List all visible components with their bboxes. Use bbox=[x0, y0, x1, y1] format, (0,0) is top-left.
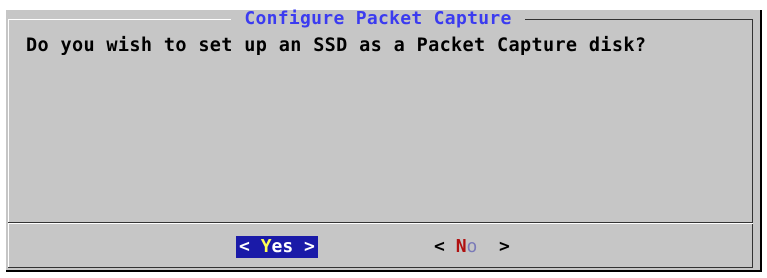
no-button-open-bracket: < bbox=[434, 236, 456, 257]
no-button-hotkey: N bbox=[455, 236, 467, 257]
dialog-box: Configure Packet Capture Do you wish to … bbox=[6, 10, 762, 272]
button-row: < Yes > < No > bbox=[6, 236, 760, 262]
dialog-title: Configure Packet Capture bbox=[244, 8, 512, 29]
no-button[interactable]: < No > bbox=[431, 236, 513, 258]
dialog-prompt: Do you wish to set up an SSD as a Packet… bbox=[26, 35, 647, 56]
terminal-screen: Configure Packet Capture Do you wish to … bbox=[0, 0, 767, 278]
dialog-frame-bottom bbox=[8, 267, 753, 268]
yes-button-hotkey: Y bbox=[260, 236, 272, 257]
yes-button[interactable]: < Yes > bbox=[236, 236, 318, 258]
dialog-frame-top-left bbox=[8, 19, 231, 20]
dialog-frame-top-right bbox=[525, 19, 753, 20]
dialog-frame-right bbox=[752, 19, 753, 268]
no-button-label-rest: o bbox=[466, 236, 478, 257]
button-area-separator bbox=[8, 223, 753, 224]
yes-button-open-bracket: < bbox=[239, 236, 261, 257]
dialog-frame-left bbox=[8, 19, 9, 268]
yes-button-close-bracket: > bbox=[293, 236, 315, 257]
no-button-close-bracket: > bbox=[477, 236, 510, 257]
yes-button-label-rest: es bbox=[271, 236, 294, 257]
